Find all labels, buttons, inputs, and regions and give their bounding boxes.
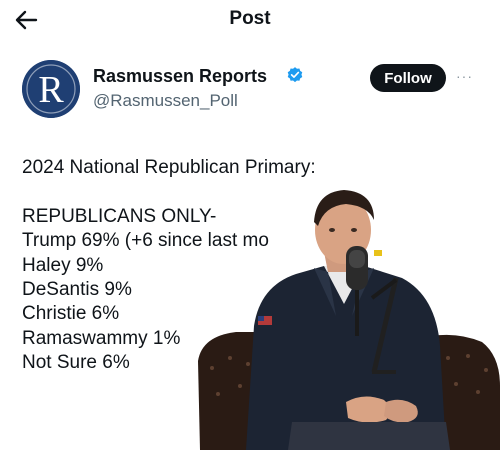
rasmussen-logo-icon: R — [22, 60, 80, 118]
author-name[interactable]: Rasmussen Reports — [93, 66, 267, 87]
podcast-guest-photo — [198, 190, 500, 450]
follow-button[interactable]: Follow — [370, 64, 446, 92]
verified-badge-icon — [287, 67, 303, 83]
tweet-line: 2024 National Republican Primary: — [22, 157, 316, 178]
page-title: Post — [229, 8, 271, 29]
more-dots-icon[interactable]: ··· — [456, 68, 473, 84]
svg-text:R: R — [38, 69, 64, 111]
avatar[interactable]: R — [22, 60, 80, 118]
top-bar: Post — [0, 0, 500, 40]
author-handle[interactable]: @Rasmussen_Poll — [93, 91, 238, 111]
